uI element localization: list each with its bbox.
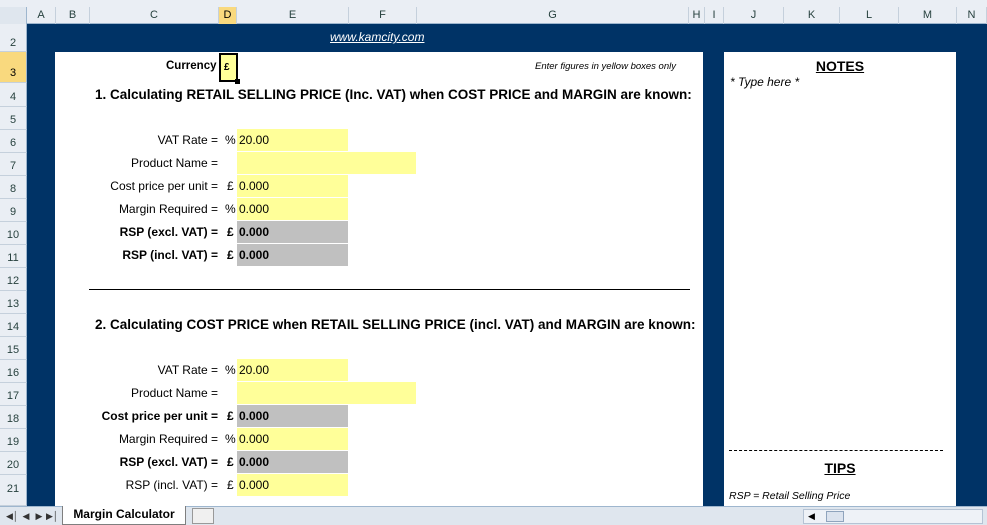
s2-margin-label: Margin Required =	[118, 432, 218, 446]
scroll-left-icon[interactable]: ◀	[808, 511, 815, 522]
s1-cost-value: 0.000	[239, 179, 270, 193]
s1-rsp-inc-symbol: £	[227, 248, 234, 262]
s1-rsp-inc-value: 0.000	[239, 248, 270, 262]
s2-cost-label: Cost price per unit =	[101, 409, 218, 423]
s1-vat-input[interactable]: 20.00	[237, 129, 348, 151]
select-all-corner[interactable]	[0, 7, 27, 24]
column-header-k[interactable]: K	[784, 7, 840, 24]
s2-rsp-inc-input[interactable]: 0.000	[237, 474, 348, 496]
s1-vat-value: 20.00	[239, 133, 270, 147]
notes-title: NOTES	[815, 58, 865, 74]
sheet-tab-bar: ◀│ ◀ ▶ ▶│ Margin Calculator ◀	[0, 506, 987, 525]
s1-margin-value: 0.000	[239, 202, 270, 216]
column-header-b[interactable]: B	[56, 7, 90, 24]
s2-vat-symbol: %	[225, 363, 236, 377]
tips-title: TIPS	[824, 460, 856, 476]
last-sheet-icon[interactable]: ▶│	[46, 509, 59, 523]
s2-rsp-ex-value: 0.000	[239, 455, 270, 469]
column-header-e[interactable]: E	[237, 7, 349, 24]
next-sheet-icon[interactable]: ▶	[33, 509, 45, 523]
insert-sheet-icon[interactable]	[192, 508, 214, 524]
column-header-c[interactable]: C	[90, 7, 219, 24]
currency-label: Currency	[166, 60, 217, 72]
column-header-i[interactable]: I	[705, 7, 724, 24]
tips-divider	[729, 450, 943, 451]
section1-heading: 1. Calculating RETAIL SELLING PRICE (Inc…	[95, 87, 692, 102]
s2-product-label: Product Name =	[130, 386, 218, 400]
column-header-l[interactable]: L	[840, 7, 899, 24]
instruction-text: Enter figures in yellow boxes only	[535, 61, 676, 72]
s2-rsp-ex-output: 0.000	[237, 451, 348, 473]
row-header-2[interactable]: 2	[0, 24, 27, 52]
s2-cost-value: 0.000	[239, 409, 270, 423]
currency-input[interactable]: £	[219, 53, 240, 84]
scroll-thumb[interactable]	[826, 511, 844, 522]
row-header-13[interactable]: 13	[0, 291, 27, 314]
s1-product-label: Product Name =	[130, 156, 218, 170]
website-link[interactable]: www.kamcity.com	[330, 30, 424, 44]
s1-cost-symbol: £	[227, 179, 234, 193]
column-header-a[interactable]: A	[27, 7, 56, 24]
s1-cost-input[interactable]: 0.000	[237, 175, 348, 197]
s2-product-input[interactable]	[237, 382, 416, 404]
s1-vat-label: VAT Rate =	[157, 133, 218, 147]
s2-rsp-inc-label: RSP (incl. VAT) =	[125, 478, 218, 492]
s2-vat-value: 20.00	[239, 363, 270, 377]
column-header-bar: A B C D E F G H I J K L M N	[0, 0, 987, 24]
row-header-15[interactable]: 15	[0, 337, 27, 360]
s2-rsp-inc-symbol: £	[227, 478, 234, 492]
s2-margin-symbol: %	[225, 432, 236, 446]
s1-rsp-ex-output: 0.000	[237, 221, 348, 243]
s1-margin-label: Margin Required =	[118, 202, 218, 216]
s2-margin-input[interactable]: 0.000	[237, 428, 348, 450]
column-header-h[interactable]: H	[689, 7, 705, 24]
first-sheet-icon[interactable]: ◀│	[6, 509, 19, 523]
s2-vat-label: VAT Rate =	[157, 363, 218, 377]
column-header-f[interactable]: F	[349, 7, 417, 24]
column-header-j[interactable]: J	[724, 7, 784, 24]
column-header-d[interactable]: D	[219, 7, 237, 24]
column-header-g[interactable]: G	[417, 7, 689, 24]
s2-rsp-ex-symbol: £	[227, 455, 234, 469]
s2-rsp-ex-label: RSP (excl. VAT) =	[119, 455, 218, 469]
s1-rsp-inc-label: RSP (incl. VAT) =	[122, 248, 218, 262]
column-header-n[interactable]: N	[957, 7, 987, 24]
s2-vat-input[interactable]: 20.00	[237, 359, 348, 381]
s2-rsp-inc-value: 0.000	[239, 478, 270, 492]
horizontal-scrollbar[interactable]: ◀	[803, 509, 983, 524]
s2-cost-symbol: £	[227, 409, 234, 423]
s1-cost-label: Cost price per unit =	[110, 179, 218, 193]
notes-input[interactable]: * Type here *	[730, 75, 799, 89]
row-header-14[interactable]: 14	[0, 314, 27, 337]
row-header-12[interactable]: 12	[0, 268, 27, 291]
row-header-4[interactable]: 4	[0, 83, 27, 107]
sheet-tab-margin-calculator[interactable]: Margin Calculator	[62, 506, 186, 525]
s1-margin-input[interactable]: 0.000	[237, 198, 348, 220]
s1-rsp-inc-output: 0.000	[237, 244, 348, 266]
tips-text: RSP = Retail Selling Price	[729, 490, 851, 502]
prev-sheet-icon[interactable]: ◀	[20, 509, 32, 523]
row-header-3[interactable]: 3	[0, 52, 27, 83]
s1-margin-symbol: %	[225, 202, 236, 216]
notes-panel	[724, 52, 956, 506]
section-divider	[89, 289, 690, 290]
s1-rsp-ex-symbol: £	[227, 225, 234, 239]
section2-heading: 2. Calculating COST PRICE when RETAIL SE…	[95, 317, 696, 332]
s1-product-input[interactable]	[237, 152, 416, 174]
s1-rsp-ex-value: 0.000	[239, 225, 270, 239]
column-header-m[interactable]: M	[899, 7, 957, 24]
s1-vat-symbol: %	[225, 133, 236, 147]
s2-margin-value: 0.000	[239, 432, 270, 446]
s1-rsp-ex-label: RSP (excl. VAT) =	[119, 225, 218, 239]
row-header-5[interactable]: 5	[0, 107, 27, 130]
s2-cost-output: 0.000	[237, 405, 348, 427]
